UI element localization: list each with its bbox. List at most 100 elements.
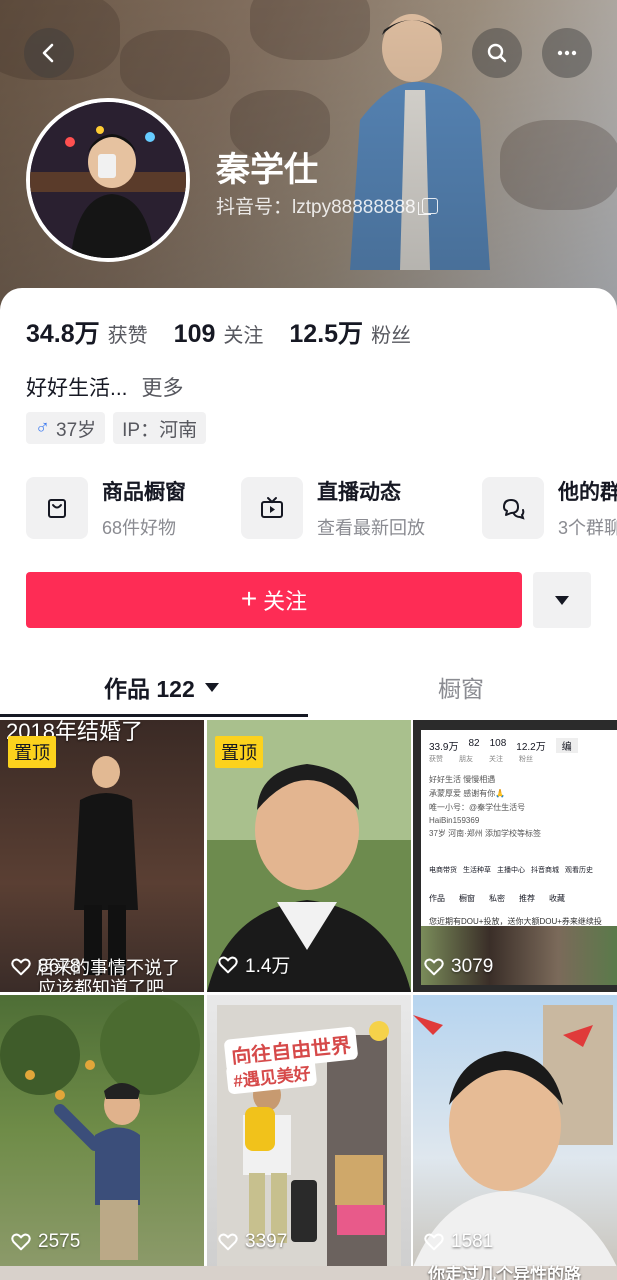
more-options-button[interactable] bbox=[542, 28, 592, 78]
bag-icon bbox=[26, 477, 88, 539]
ip-tag: IP：河南 bbox=[113, 412, 207, 444]
search-icon bbox=[487, 43, 507, 63]
pinned-badge: 置顶 bbox=[8, 736, 56, 768]
mini-tab: 推荐 bbox=[519, 894, 535, 903]
video-tile[interactable]: 2575 bbox=[0, 995, 204, 1267]
video-tile[interactable]: 向往自由世界 #遇见美好 3397 bbox=[207, 995, 411, 1267]
mini-bio-line: 好好生活 慢慢相遇 bbox=[429, 775, 496, 784]
tags-row: ♂ 37岁 IP：河南 bbox=[26, 412, 207, 444]
mini-tab: 作品 bbox=[429, 894, 445, 903]
stat-label: 关注 bbox=[223, 325, 264, 347]
like-count-text: 3397 bbox=[245, 1231, 288, 1252]
mini-menu: 电商带货 生活种草 主播中心 抖音商城 观看历史 bbox=[421, 857, 617, 875]
bio-more-link[interactable]: 更多 bbox=[142, 372, 184, 402]
caret-down-icon bbox=[555, 595, 569, 605]
mini-tabs: 作品 橱窗 私密 推荐 收藏 bbox=[421, 885, 617, 904]
heart-icon bbox=[11, 958, 31, 976]
mini-stat-labels: 获赞 朋友 关注 粉丝 bbox=[421, 753, 617, 764]
age-tag: ♂ 37岁 bbox=[26, 412, 106, 444]
chevron-left-icon bbox=[42, 43, 54, 63]
mini-stat-label: 获赞 bbox=[429, 756, 443, 763]
mini-edit: 编 bbox=[555, 738, 578, 753]
heart-icon bbox=[424, 958, 444, 976]
entry-subtitle: 查看最新回放 bbox=[317, 518, 425, 538]
heart-icon bbox=[218, 956, 238, 973]
tv-icon bbox=[241, 477, 303, 539]
age-text: 37岁 bbox=[56, 419, 97, 441]
video-tile[interactable]: 1581 bbox=[413, 995, 617, 1267]
video-thumbnail bbox=[0, 995, 200, 1260]
plus-icon: + bbox=[240, 583, 258, 614]
mini-menu-item: 电商带货 bbox=[429, 867, 457, 874]
like-count-text: 2575 bbox=[38, 1231, 81, 1252]
stat-number: 34.8万 bbox=[26, 320, 100, 348]
profile-name: 秦学仕 bbox=[216, 151, 318, 189]
like-count: 1581 bbox=[423, 1231, 493, 1253]
mini-stat-label: 朋友 bbox=[459, 756, 473, 763]
stat-number: 12.5万 bbox=[289, 320, 364, 348]
mini-stat-label: 关注 bbox=[489, 756, 503, 763]
content-tabs: 作品 122 橱窗 bbox=[0, 656, 617, 718]
follow-button[interactable]: + 关注 bbox=[26, 572, 522, 628]
follow-label: 关注 bbox=[263, 589, 308, 614]
tab-works-label: 作品 122 bbox=[104, 676, 195, 702]
next-row-caption: 你走过几个异性的路 bbox=[428, 1265, 581, 1280]
video-tile[interactable]: 置顶 1.4万 bbox=[207, 720, 411, 992]
stat-likes[interactable]: 34.8万 获赞 bbox=[26, 314, 148, 350]
stat-number: 109 bbox=[173, 320, 216, 348]
mini-menu-item: 抖音商城 bbox=[531, 867, 559, 874]
mini-bio-line: 承蒙厚爱 感谢有你🙏 bbox=[429, 789, 506, 798]
stat-label: 粉丝 bbox=[371, 325, 412, 347]
heart-icon bbox=[424, 1233, 444, 1251]
recommend-dropdown-button[interactable] bbox=[533, 572, 591, 628]
heart-icon bbox=[218, 1233, 238, 1251]
stats-row: 34.8万 获赞 109 关注 12.5万 粉丝 bbox=[26, 314, 437, 350]
entry-title: 直播动态 bbox=[317, 481, 401, 504]
more-horizontal-icon bbox=[557, 50, 577, 56]
entry-title: 商品橱窗 bbox=[102, 481, 186, 504]
tab-indicator bbox=[0, 714, 308, 717]
back-button[interactable] bbox=[24, 28, 74, 78]
entry-showcase[interactable]: 商品橱窗 68件好物 bbox=[26, 476, 186, 540]
like-count-text: 1.4万 bbox=[245, 956, 291, 977]
stat-followers[interactable]: 12.5万 粉丝 bbox=[289, 314, 411, 350]
entry-subtitle: 3个群聊 bbox=[558, 518, 617, 538]
caret-down-icon bbox=[204, 682, 219, 692]
pinned-badge: 置顶 bbox=[215, 736, 263, 768]
entries-row: 商品橱窗 68件好物 直播动态 查看最新回放 他的群 3个群聊 bbox=[26, 476, 617, 540]
tab-works[interactable]: 作品 122 bbox=[104, 670, 219, 704]
mini-tab: 私密 bbox=[489, 894, 505, 903]
mini-stat-label: 粉丝 bbox=[519, 756, 533, 763]
stat-following[interactable]: 109 关注 bbox=[174, 319, 264, 349]
mini-menu-item: 生活种草 bbox=[463, 867, 491, 874]
mini-stats: 33.9万 82 108 12.2万 编 bbox=[421, 730, 617, 753]
copy-icon[interactable] bbox=[417, 197, 438, 215]
like-count-text: 8678 bbox=[38, 956, 81, 977]
mini-bio-line: 37岁 河南·郑州 添加学校等标签 bbox=[429, 829, 542, 838]
male-icon: ♂ bbox=[35, 416, 50, 439]
video-tile[interactable]: 33.9万 82 108 12.2万 编 获赞 朋友 关注 粉丝 好好生活 慢慢… bbox=[413, 720, 617, 992]
mini-stat: 82 bbox=[468, 738, 480, 749]
tab-showcase[interactable]: 橱窗 bbox=[438, 670, 484, 704]
douyin-id[interactable]: 抖音号：lztpy88888888 bbox=[216, 192, 438, 219]
heart-icon bbox=[11, 1233, 31, 1251]
douyin-id-text: 抖音号：lztpy88888888 bbox=[216, 197, 416, 218]
like-count: 3079 bbox=[423, 956, 493, 978]
mini-stat: 12.2万 bbox=[516, 742, 546, 753]
bio-text: 好好生活... bbox=[26, 377, 128, 400]
search-button[interactable] bbox=[472, 28, 522, 78]
like-count: 3397 bbox=[217, 1231, 287, 1253]
mini-bio-line: HaiBin159369 bbox=[429, 816, 480, 825]
avatar[interactable] bbox=[26, 98, 190, 262]
entry-title: 他的群 bbox=[558, 481, 617, 504]
entry-live[interactable]: 直播动态 查看最新回放 bbox=[241, 476, 425, 540]
mini-stat: 33.9万 bbox=[429, 742, 459, 753]
like-count: 2575 bbox=[10, 1231, 80, 1253]
tab-showcase-label: 橱窗 bbox=[438, 676, 484, 702]
entry-subtitle: 68件好物 bbox=[102, 518, 177, 538]
like-count: 8678 bbox=[10, 956, 80, 978]
stat-label: 获赞 bbox=[107, 325, 148, 347]
mini-bio-line: 唯一小号：@秦学仕生活号 bbox=[429, 803, 526, 812]
video-tile[interactable]: 2018年结婚了 置顶 后来的事情不说了 应该都知道了吧 8678 bbox=[0, 720, 204, 992]
entry-groups[interactable]: 他的群 3个群聊 bbox=[482, 476, 617, 540]
